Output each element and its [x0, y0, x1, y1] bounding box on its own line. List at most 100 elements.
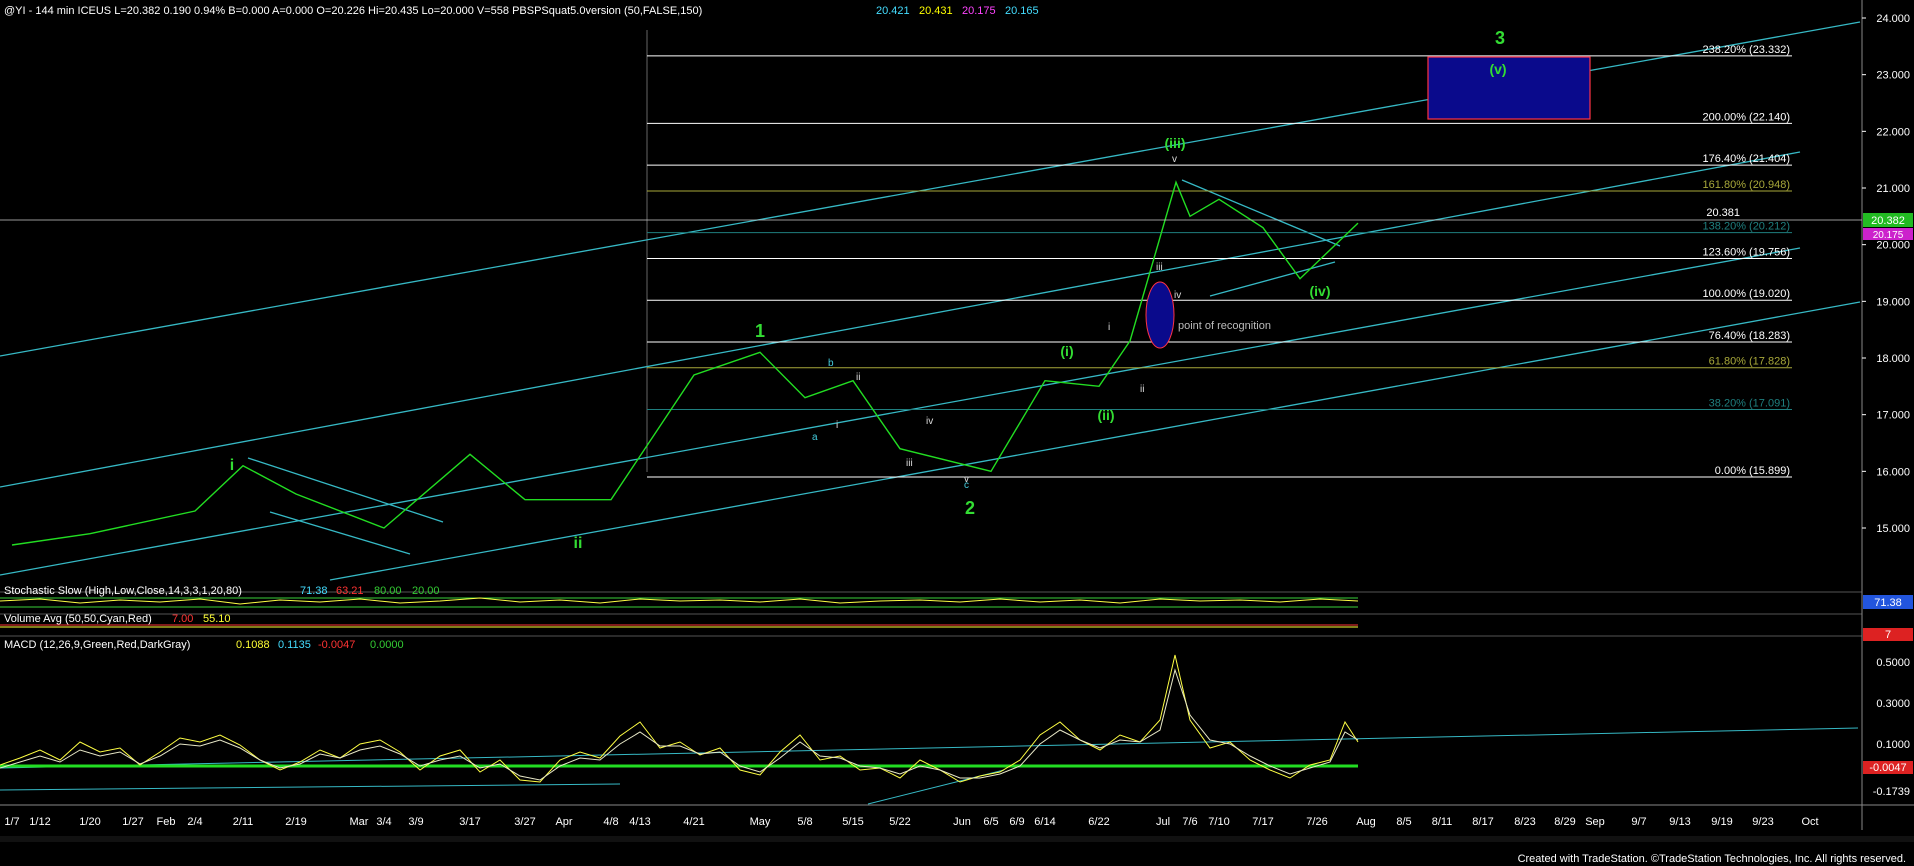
fib-label: 38.20% (17.091): [1709, 398, 1790, 410]
wave-1-label: 1: [755, 321, 765, 341]
macd-label: MACD (12,26,9,Green,Red,DarkGray): [4, 639, 190, 651]
x-tick-label: 2/11: [233, 816, 254, 828]
stochastic-v1: 71.38: [300, 585, 328, 597]
stochastic-axis-value: 71.38: [1874, 597, 1902, 609]
x-tick-label: 3/4: [376, 816, 391, 828]
last-price-badge-text: 20.382: [1871, 215, 1905, 227]
x-tick-label: 3/9: [408, 816, 423, 828]
footer-copyright: Created with TradeStation. ©TradeStation…: [1518, 853, 1906, 865]
stochastic-v3: 80.00: [374, 585, 402, 597]
price-tick: 23.000: [1876, 70, 1910, 82]
x-tick-label: 9/7: [1631, 816, 1646, 828]
price-tick: 20.000: [1876, 240, 1910, 252]
sub-iii-label: iii: [906, 458, 913, 469]
x-tick-label: 6/9: [1009, 816, 1024, 828]
fib-label: 76.40% (18.283): [1709, 330, 1790, 342]
x-tick-label: Jun: [953, 816, 971, 828]
price-tick: 15.000: [1876, 523, 1910, 535]
fib-label: 138.20% (20.212): [1703, 221, 1790, 233]
price-tick: 16.000: [1876, 466, 1910, 478]
fib-label: 123.60% (19.756): [1703, 246, 1790, 258]
sub-a-label: a: [812, 432, 818, 443]
x-tick-label: 8/23: [1514, 816, 1535, 828]
x-tick-label: 1/27: [122, 816, 143, 828]
wave-i-green-label: i: [230, 457, 234, 474]
macd-v4: 0.0000: [370, 639, 404, 651]
fib-label: 238.20% (23.332): [1703, 44, 1790, 56]
target-box: [1427, 56, 1591, 120]
x-tick-label: Mar: [350, 816, 369, 828]
x-tick-label: Sep: [1585, 816, 1605, 828]
x-tick-label: 9/13: [1669, 816, 1690, 828]
wave-i-circ-label: (i): [1060, 343, 1073, 359]
macd-tick: -0.1739: [1873, 786, 1910, 798]
price-tick: 22.000: [1876, 126, 1910, 138]
macd-v2: 0.1135: [278, 639, 311, 651]
x-tick-label: Jul: [1156, 816, 1170, 828]
macd-tick: 0.5000: [1876, 657, 1910, 669]
scrollbar-track[interactable]: [0, 836, 1914, 842]
late-v-label: v: [1172, 154, 1177, 165]
wave-ii-circ-label: (ii): [1097, 407, 1114, 423]
sub-b-label: b: [828, 358, 834, 369]
x-tick-label: 5/8: [797, 816, 812, 828]
fib-label: 161.80% (20.948): [1703, 179, 1790, 191]
price-tick: 17.000: [1876, 410, 1910, 422]
late-iii-label: iii: [1156, 262, 1163, 273]
macd-axis-badge-value: -0.0047: [1869, 762, 1906, 774]
x-tick-label: 1/12: [29, 816, 50, 828]
x-tick-label: 8/11: [1432, 816, 1453, 828]
x-tick-label: 7/6: [1182, 816, 1197, 828]
header-symbol: @YI - 144 min ICEUS L=20.382 0.190 0.94%…: [4, 5, 702, 17]
x-tick-label: 5/22: [889, 816, 910, 828]
x-tick-label: May: [750, 816, 771, 828]
x-tick-label: 4/13: [629, 816, 650, 828]
x-tick-label: 2/19: [285, 816, 306, 828]
fib-label: 61.80% (17.828): [1709, 356, 1790, 368]
x-tick-label: 7/26: [1306, 816, 1327, 828]
stochastic-v4: 20.00: [412, 585, 440, 597]
x-tick-label: 1/7: [4, 816, 19, 828]
x-tick-label: Apr: [555, 816, 572, 828]
fib-label: 176.40% (21.404): [1703, 153, 1790, 165]
x-tick-label: 8/17: [1472, 816, 1493, 828]
x-tick-label: 1/20: [79, 816, 100, 828]
volume-label: Volume Avg (50,50,Cyan,Red): [4, 613, 152, 625]
x-tick-label: Feb: [157, 816, 176, 828]
price-tick: 18.000: [1876, 353, 1910, 365]
sub-v-label: v: [964, 474, 969, 485]
macd-v3: -0.0047: [318, 639, 355, 651]
stochastic-label: Stochastic Slow (High,Low,Close,14,3,3,1…: [4, 585, 242, 597]
x-tick-label: 8/29: [1554, 816, 1575, 828]
macd-v1: 0.1088: [236, 639, 270, 651]
stochastic-v2: 63.21: [336, 585, 364, 597]
x-tick-label: 7/10: [1208, 816, 1229, 828]
header-value-3: 20.175: [962, 5, 996, 17]
wave-iii-label: (iii): [1165, 135, 1186, 151]
x-tick-label: 4/8: [603, 816, 618, 828]
x-tick-label: 9/23: [1752, 816, 1773, 828]
volume-v2: 55.10: [203, 613, 231, 625]
recognition-ellipse: [1145, 281, 1175, 349]
wave-v-label: (v): [1489, 61, 1506, 77]
x-tick-label: 6/14: [1034, 816, 1055, 828]
last-price-badge-2-text: 20.175: [1873, 230, 1904, 241]
header-value-1: 20.421: [876, 5, 910, 17]
x-tick-label: 6/5: [983, 816, 998, 828]
x-tick-label: 2/4: [187, 816, 202, 828]
x-tick-label: 4/21: [683, 816, 704, 828]
fib-label: 200.00% (22.140): [1703, 111, 1790, 123]
fib-label: 100.00% (19.020): [1703, 288, 1790, 300]
late-iv-label: iv: [1174, 290, 1181, 301]
x-tick-label: 8/5: [1396, 816, 1411, 828]
price-marker-label: 20.381: [1706, 207, 1740, 219]
volume-axis-value: 7: [1885, 629, 1891, 641]
late-i-label: i: [1108, 322, 1110, 333]
wave-ii-green-label: ii: [574, 535, 583, 552]
wave-iv-label: (iv): [1310, 283, 1331, 299]
point-of-recognition-label: point of recognition: [1178, 320, 1271, 332]
x-tick-label: 7/17: [1252, 816, 1273, 828]
x-tick-label: 3/27: [514, 816, 535, 828]
macd-tick: 0.1000: [1876, 739, 1910, 751]
macd-tick: 0.3000: [1876, 698, 1910, 710]
